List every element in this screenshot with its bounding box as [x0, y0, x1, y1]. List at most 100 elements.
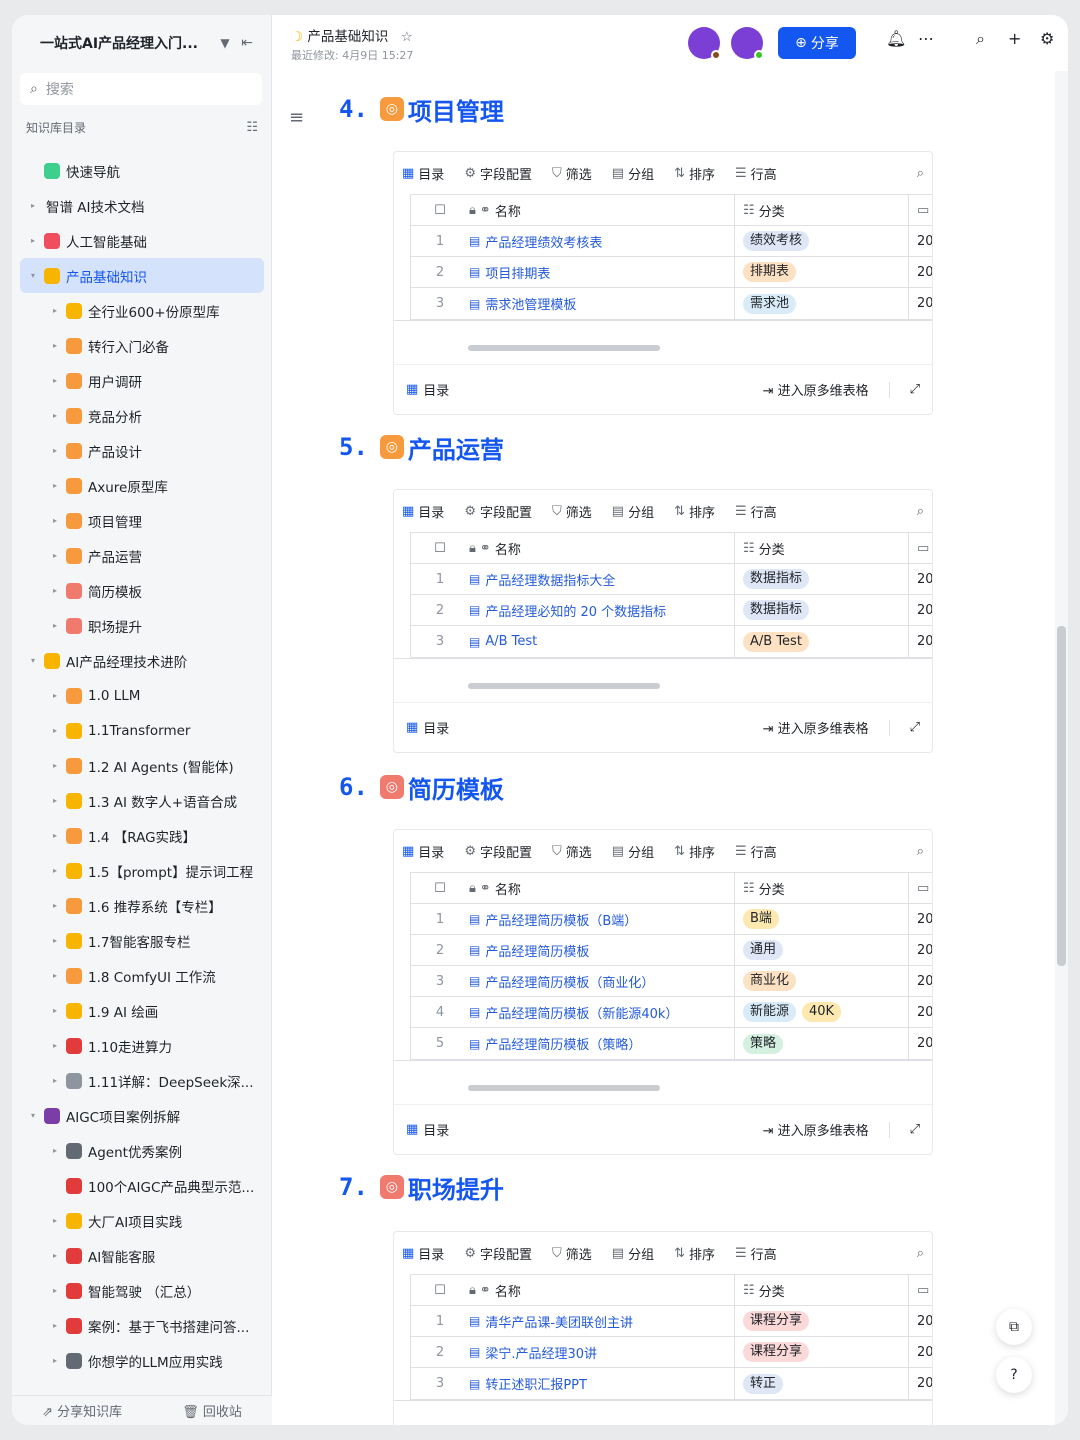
sidebar-item[interactable]: ▾ AIGC项目案例拆解: [20, 1098, 264, 1133]
copy-link-icon[interactable]: ⧉: [996, 1309, 1032, 1345]
category-cell[interactable]: 转正: [735, 1368, 909, 1399]
horizontal-scrollbar[interactable]: [468, 345, 660, 351]
record-name-link[interactable]: ▤ A/B Test: [469, 626, 735, 657]
sidebar-item[interactable]: ▸ 1.8 ComfyUI 工作流: [20, 958, 264, 993]
sidebar-item[interactable]: ▸ AI智能客服: [20, 1238, 264, 1273]
avatar[interactable]: [731, 27, 764, 60]
chevron-right-icon[interactable]: ▸: [48, 1286, 62, 1295]
category-cell[interactable]: 通用: [735, 935, 909, 965]
name-column-header[interactable]: 🔒︎ ⚭ 名称: [469, 195, 735, 225]
toc-view-button[interactable]: ▦ 目录: [406, 380, 763, 399]
record-name-link[interactable]: ▤ 清华产品课-美团联创主讲: [469, 1306, 735, 1336]
name-column-header[interactable]: 🔒︎ ⚭ 名称: [469, 873, 735, 903]
category-cell[interactable]: 绩效考核: [735, 226, 909, 256]
table-row[interactable]: 3 ▤ 转正述职汇报PPT 转正 20: [411, 1368, 932, 1399]
more-icon[interactable]: ⋯: [918, 29, 934, 48]
table-row[interactable]: 2 ▤ 产品经理简历模板 通用 202: [411, 935, 932, 966]
sidebar-item[interactable]: ▸ 1.2 AI Agents (智能体): [20, 748, 264, 783]
table-row[interactable]: 3 ▤ 需求池管理模板 需求池 20: [411, 288, 932, 319]
sidebar-item[interactable]: ▸ Axure原型库: [20, 468, 264, 503]
sidebar-item[interactable]: ▸ 转行入门必备: [20, 328, 264, 363]
sidebar-item[interactable]: ▸ 1.0 LLM: [20, 678, 264, 713]
chevron-right-icon[interactable]: ▸: [48, 621, 62, 630]
category-cell[interactable]: B端: [735, 904, 909, 934]
sidebar-item[interactable]: ▸ 产品设计: [20, 433, 264, 468]
filter-button[interactable]: ⛉ 筛选: [552, 842, 592, 861]
toc-view-tab[interactable]: ▦ 目录: [402, 842, 444, 861]
sidebar-item[interactable]: ▸ 1.6 推荐系统【专栏】: [20, 888, 264, 923]
bell-icon[interactable]: 🔔︎: [886, 29, 906, 48]
help-icon[interactable]: ?: [996, 1357, 1032, 1393]
filter-button[interactable]: ⛉ 筛选: [552, 164, 592, 183]
table-row[interactable]: 2 ▤ 项目排期表 排期表 20: [411, 257, 932, 288]
chevron-right-icon[interactable]: ▸: [48, 726, 62, 735]
record-name-link[interactable]: ▤ 项目排期表: [469, 257, 735, 287]
name-column-header[interactable]: 🔒︎ ⚭ 名称: [469, 1275, 735, 1305]
sidebar-item[interactable]: ▾ 产品基础知识: [20, 258, 264, 293]
sidebar-item[interactable]: ▸ 大厂AI项目实践: [20, 1203, 264, 1238]
chevron-right-icon[interactable]: ▸: [48, 1321, 62, 1330]
sidebar-item[interactable]: ▸ 人工智能基础: [20, 223, 264, 258]
date-cell[interactable]: 20: [909, 234, 932, 249]
category-cell[interactable]: 需求池: [735, 288, 909, 319]
date-cell[interactable]: 20: [909, 1345, 932, 1360]
category-cell[interactable]: 商业化: [735, 966, 909, 996]
record-name-link[interactable]: ▤ 转正述职汇报PPT: [469, 1368, 735, 1399]
filter-button[interactable]: ⛉ 筛选: [552, 1244, 592, 1263]
scrollbar-thumb[interactable]: [1057, 626, 1066, 966]
row-height-button[interactable]: ☰ 行高: [735, 1244, 777, 1263]
chevron-right-icon[interactable]: ▸: [48, 516, 62, 525]
category-cell[interactable]: 数据指标: [735, 595, 909, 625]
date-cell[interactable]: 20: [909, 634, 932, 649]
date-cell[interactable]: 20: [909, 296, 932, 311]
record-name-link[interactable]: ▤ 产品经理必知的 20 个数据指标: [469, 595, 735, 625]
toc-view-tab[interactable]: ▦ 目录: [402, 1244, 444, 1263]
section-title[interactable]: 项目管理: [408, 92, 504, 127]
sidebar-item[interactable]: ▸ 用户调研: [20, 363, 264, 398]
record-name-link[interactable]: ▤ 产品经理简历模板（B端）: [469, 904, 735, 934]
table-row[interactable]: 5 ▤ 产品经理简历模板（策略） 策略 202: [411, 1028, 932, 1059]
group-button[interactable]: ▤ 分组: [612, 502, 654, 521]
group-button[interactable]: ▤ 分组: [612, 1244, 654, 1263]
avatar[interactable]: [688, 27, 721, 60]
chevron-right-icon[interactable]: ▸: [48, 481, 62, 490]
toc-view-tab[interactable]: ▦ 目录: [402, 502, 444, 521]
table-row[interactable]: 1 ▤ 产品经理数据指标大全 数据指标 20: [411, 564, 932, 595]
sidebar-item[interactable]: ▸ 案例：基于飞书搭建问答...: [20, 1308, 264, 1343]
table-row[interactable]: 4▤产品经理简历模板（新能源40k）新能源40K202: [411, 997, 932, 1028]
search-icon[interactable]: ⌕: [976, 29, 985, 49]
date-cell[interactable]: 202: [909, 1005, 932, 1020]
category-column-header[interactable]: ☷ 分类: [735, 533, 909, 563]
sidebar-item[interactable]: ▸ 全行业600+份原型库: [20, 293, 264, 328]
field-config-button[interactable]: ⚙ 字段配置: [464, 164, 532, 183]
checkbox-icon[interactable]: ☐: [411, 881, 469, 896]
date-cell[interactable]: 20: [909, 265, 932, 280]
search-icon[interactable]: ⌕: [917, 1246, 924, 1261]
horizontal-scrollbar[interactable]: [468, 683, 660, 689]
outline-icon[interactable]: ≡: [289, 107, 304, 128]
chevron-right-icon[interactable]: ▸: [48, 551, 62, 560]
search-icon[interactable]: ⌕: [917, 504, 924, 519]
field-config-button[interactable]: ⚙ 字段配置: [464, 502, 532, 521]
search-icon[interactable]: ⌕: [917, 166, 924, 181]
checkbox-icon[interactable]: ☐: [411, 203, 469, 218]
trash-button[interactable]: 🗑 回收站: [182, 1401, 242, 1420]
sidebar-item[interactable]: ▸ 1.11详解：DeepSeek深...: [20, 1063, 264, 1098]
expand-icon[interactable]: ⤢: [910, 720, 920, 735]
chevron-right-icon[interactable]: ▸: [48, 1251, 62, 1260]
row-height-button[interactable]: ☰ 行高: [735, 842, 777, 861]
chevron-right-icon[interactable]: ▸: [48, 866, 62, 875]
row-height-button[interactable]: ☰ 行高: [735, 164, 777, 183]
group-button[interactable]: ▤ 分组: [612, 164, 654, 183]
chevron-right-icon[interactable]: ▸: [48, 936, 62, 945]
category-column-header[interactable]: ☷ 分类: [735, 873, 909, 903]
sidebar-item[interactable]: ▸ 职场提升: [20, 608, 264, 643]
star-icon[interactable]: ☆: [401, 29, 413, 45]
chevron-right-icon[interactable]: ▸: [48, 761, 62, 770]
table-row[interactable]: 1 ▤ 产品经理绩效考核表 绩效考核 20: [411, 226, 932, 257]
expand-icon[interactable]: ⤢: [910, 1122, 920, 1137]
chevron-right-icon[interactable]: ▸: [48, 341, 62, 350]
sort-button[interactable]: ⇅ 排序: [674, 842, 715, 861]
section-title[interactable]: 简历模板: [408, 770, 504, 805]
sidebar-item[interactable]: ▸ 1.7智能客服专栏: [20, 923, 264, 958]
